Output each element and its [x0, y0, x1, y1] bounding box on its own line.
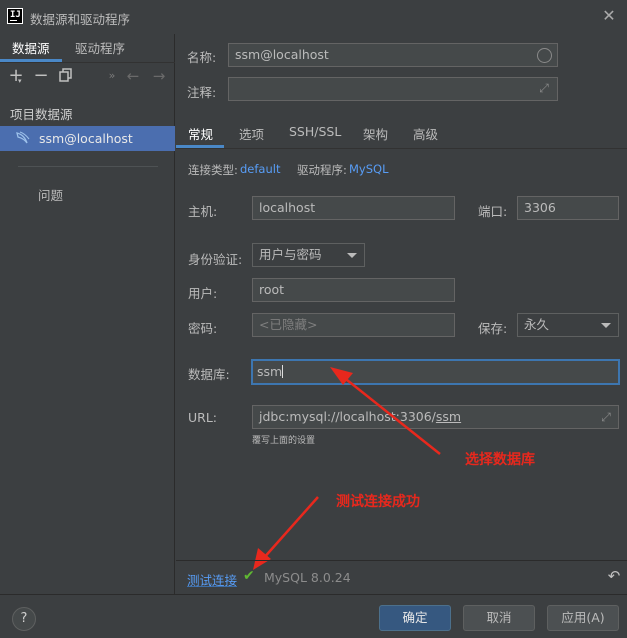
annotation-select-database: 选择数据库 — [465, 452, 535, 468]
bottom-divider — [176, 560, 627, 561]
test-result-text: MySQL 8.0.24 — [264, 570, 351, 585]
help-button[interactable]: ? — [12, 607, 36, 631]
cancel-button[interactable]: 取消 — [463, 605, 535, 631]
check-icon: ✔ — [243, 568, 255, 584]
apply-button[interactable]: 应用(A) — [547, 605, 619, 631]
footer-divider — [0, 594, 627, 595]
annotation-test-success: 测试连接成功 — [336, 494, 420, 510]
test-connection-link[interactable]: 测试连接 — [187, 570, 237, 589]
select-db-arrow — [341, 375, 441, 455]
ok-button[interactable]: 确定 — [379, 605, 451, 631]
annotation-arrows — [253, 367, 441, 570]
revert-icon[interactable]: ↶ — [606, 568, 622, 584]
test-success-arrow — [261, 496, 319, 561]
